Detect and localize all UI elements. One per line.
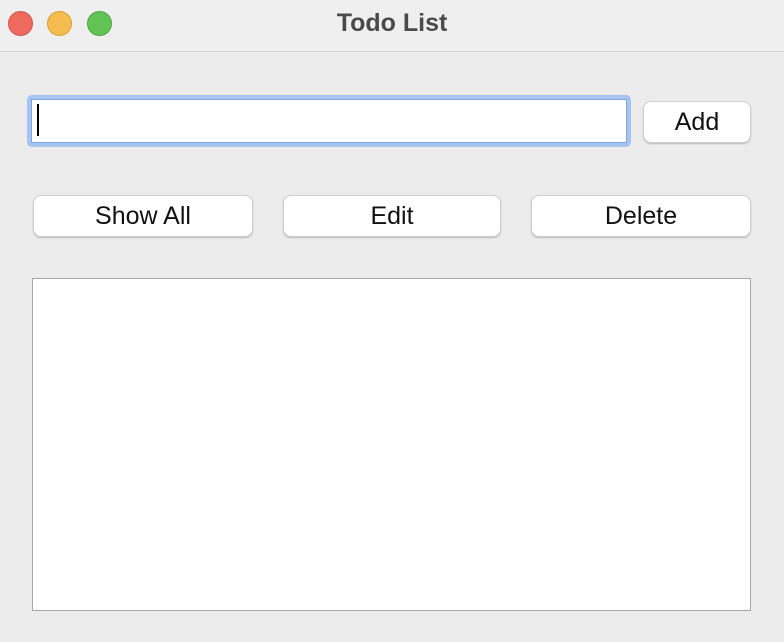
show-all-button[interactable]: Show All	[33, 195, 253, 237]
add-button[interactable]: Add	[643, 101, 751, 143]
delete-button[interactable]: Delete	[531, 195, 751, 237]
todo-input-focus-ring	[27, 95, 631, 147]
edit-button[interactable]: Edit	[283, 195, 501, 237]
todo-input[interactable]	[31, 99, 627, 143]
title-bar: Todo List	[0, 0, 784, 52]
todo-listbox[interactable]	[32, 278, 751, 611]
text-cursor	[37, 104, 39, 136]
app-window: Todo List Add Show All Edit Delete	[0, 0, 784, 642]
window-title: Todo List	[336, 9, 448, 37]
